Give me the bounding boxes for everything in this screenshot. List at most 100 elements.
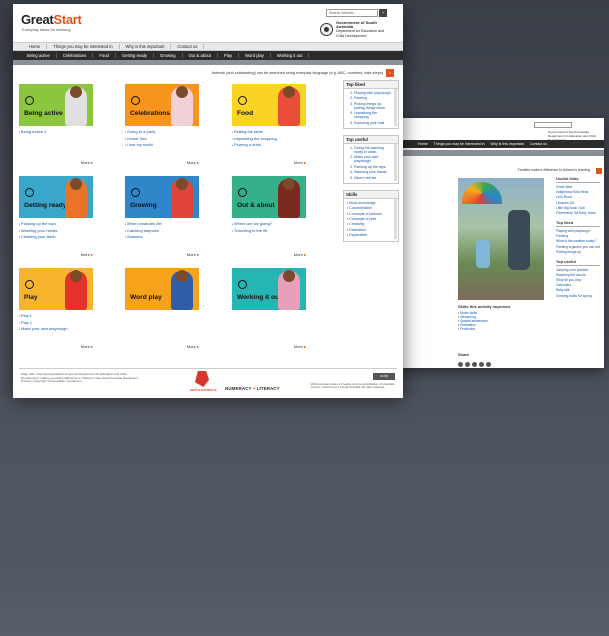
back-nav-item[interactable]: Home xyxy=(418,142,428,146)
tile-link[interactable]: Pouring a drink xyxy=(232,142,306,147)
list-item[interactable]: Washing your hands xyxy=(354,170,392,174)
more-link[interactable]: More ▸ xyxy=(81,160,93,165)
back-search-input[interactable] xyxy=(534,122,572,128)
back-nav-item[interactable]: Contact us xyxy=(530,142,547,146)
nav-interested[interactable]: Things you may be interested in xyxy=(47,44,120,49)
more-link[interactable]: More ▸ xyxy=(294,252,306,257)
tile-image[interactable]: Play xyxy=(19,268,93,310)
more-link[interactable]: More ▸ xyxy=(294,344,306,349)
tile-image[interactable]: Word play xyxy=(125,268,199,310)
tile-working-it-out[interactable]: Working it out More ▸ xyxy=(232,268,306,349)
tile-link[interactable]: Washing your hands xyxy=(19,228,93,233)
list-item[interactable]: Make your own playdough xyxy=(354,155,392,163)
tile-link[interactable]: Going to a party xyxy=(125,129,199,134)
notice-arrow-button[interactable]: › xyxy=(386,69,394,77)
tile-link[interactable]: When creatures die xyxy=(125,221,199,226)
category-working-it-out[interactable]: Working it out xyxy=(271,53,310,58)
list-item[interactable]: Calendars xyxy=(556,283,600,287)
category-out-about[interactable]: Out & about xyxy=(183,53,218,58)
tile-link[interactable]: Seasons xyxy=(125,234,199,239)
list-item[interactable]: Estimation xyxy=(347,228,392,232)
tile-link[interactable]: Play 1 xyxy=(19,320,93,325)
more-link[interactable]: More ▸ xyxy=(187,344,199,349)
list-item[interactable]: Picking things up xyxy=(556,250,600,254)
tile-link[interactable]: Make your own playdough xyxy=(19,326,93,331)
list-item[interactable]: Picking things up, putting things down xyxy=(354,102,392,110)
list-item[interactable]: Planting a garden you can eat xyxy=(556,245,600,249)
tile-link[interactable]: Travelling in the lift xyxy=(232,228,306,233)
list-item[interactable]: Exploring junk mail xyxy=(354,121,392,125)
creative-commons-badge[interactable]: cc by xyxy=(373,373,395,380)
tile-food[interactable]: Food Setting the table Unpacking the sho… xyxy=(232,84,306,165)
more-link[interactable]: More ▸ xyxy=(81,252,93,257)
tile-label[interactable]: Being active xyxy=(24,110,63,117)
category-being-active[interactable]: Being active xyxy=(21,53,57,58)
tile-image[interactable]: Growing xyxy=(125,176,199,218)
category-growing[interactable]: Growing xyxy=(154,53,183,58)
list-item[interactable]: Jumping over puddles xyxy=(556,268,600,272)
more-link[interactable]: More ▸ xyxy=(81,344,93,349)
tile-label[interactable]: Word play xyxy=(130,294,162,301)
share-facebook-icon[interactable] xyxy=(458,362,463,367)
back-nav-item[interactable]: Things you may be interested in xyxy=(434,142,485,146)
category-celebrations[interactable]: Celebrations xyxy=(57,53,94,58)
list-item[interactable]: Unpacking the shopping xyxy=(354,111,392,119)
tile-getting-ready[interactable]: Getting ready Packing up the toys Washin… xyxy=(19,176,93,257)
back-banner-arrow-icon[interactable] xyxy=(596,168,602,174)
tile-label[interactable]: Celebrations xyxy=(130,110,170,117)
list-item[interactable]: Playing with playdough xyxy=(556,229,600,233)
category-food[interactable]: Food xyxy=(93,53,116,58)
tile-label[interactable]: Play xyxy=(24,294,38,301)
tile-being-active[interactable]: Being active Being Active 1 More ▸ xyxy=(19,84,93,165)
list-item[interactable]: Concentration xyxy=(347,206,392,210)
list-item[interactable]: Where are we xyxy=(354,176,392,180)
list-item[interactable]: Baby talk xyxy=(556,288,600,292)
tile-link[interactable]: Cleaning your teeth xyxy=(19,234,93,239)
tile-link[interactable]: Grand Tour xyxy=(125,136,199,141)
tile-image[interactable]: Food xyxy=(232,84,306,126)
tile-word-play[interactable]: Word play More ▸ xyxy=(125,268,199,349)
tile-image[interactable]: Out & about xyxy=(232,176,306,218)
share-twitter-icon[interactable] xyxy=(465,362,470,367)
list-item[interactable]: Growing bulbs for spring xyxy=(556,294,600,298)
more-link[interactable]: More ▸ xyxy=(187,252,199,257)
tile-image[interactable]: Getting ready xyxy=(19,176,93,218)
tile-link[interactable]: Play 1 xyxy=(19,313,93,318)
list-item[interactable]: What is the weather today? xyxy=(556,239,600,243)
list-item[interactable]: Packing up the toys xyxy=(354,165,392,169)
list-item[interactable]: Partnership SA Early Years xyxy=(556,211,600,215)
tile-link[interactable]: I lost my tooth! xyxy=(125,142,199,147)
tile-link[interactable]: Packing up the toys xyxy=(19,221,93,226)
list-item[interactable]: Concepts of pictures xyxy=(347,212,392,216)
scrollbar[interactable] xyxy=(394,143,397,181)
list-item[interactable]: Going the washing ready to wash xyxy=(354,146,392,154)
list-item[interactable]: Indigenous Kids Read xyxy=(556,190,600,194)
tile-link[interactable]: Catching tadpoles xyxy=(125,228,199,233)
nav-why-important[interactable]: Why is this important xyxy=(120,44,172,49)
tile-link[interactable]: Where are we going? xyxy=(232,221,306,226)
list-item[interactable]: Book knowledge xyxy=(347,201,392,205)
scrollbar[interactable] xyxy=(394,198,397,239)
share-email-icon[interactable] xyxy=(472,362,477,367)
list-item[interactable]: Libraries SA xyxy=(556,201,600,205)
tile-label[interactable]: Growing xyxy=(130,202,157,209)
list-item[interactable]: Great Start xyxy=(556,185,600,189)
tile-growing[interactable]: Growing When creatures die Catching tadp… xyxy=(125,176,199,257)
list-item[interactable]: Watching the clouds xyxy=(556,273,600,277)
more-link[interactable]: More ▸ xyxy=(294,160,306,165)
category-getting-ready[interactable]: Getting ready xyxy=(116,53,155,58)
list-item[interactable]: Creativity xyxy=(347,222,392,226)
list-item[interactable]: Shop till you drop xyxy=(556,278,600,282)
tile-celebrations[interactable]: Celebrations Going to a party Grand Tour… xyxy=(125,84,199,165)
list-item[interactable]: Little Big Book Club xyxy=(556,206,600,210)
search-button[interactable]: › xyxy=(379,9,387,17)
list-item[interactable]: Painting xyxy=(556,234,600,238)
tile-image[interactable]: Celebrations xyxy=(125,84,199,126)
tile-link[interactable]: Setting the table xyxy=(232,129,306,134)
more-link[interactable]: More ▸ xyxy=(187,160,199,165)
tile-label[interactable]: Getting ready xyxy=(24,202,67,209)
list-item[interactable]: Let's Read xyxy=(556,195,600,199)
tile-image[interactable]: Being active xyxy=(19,84,93,126)
tile-label[interactable]: Food xyxy=(237,110,253,117)
back-nav-item[interactable]: Why is this important xyxy=(491,142,524,146)
